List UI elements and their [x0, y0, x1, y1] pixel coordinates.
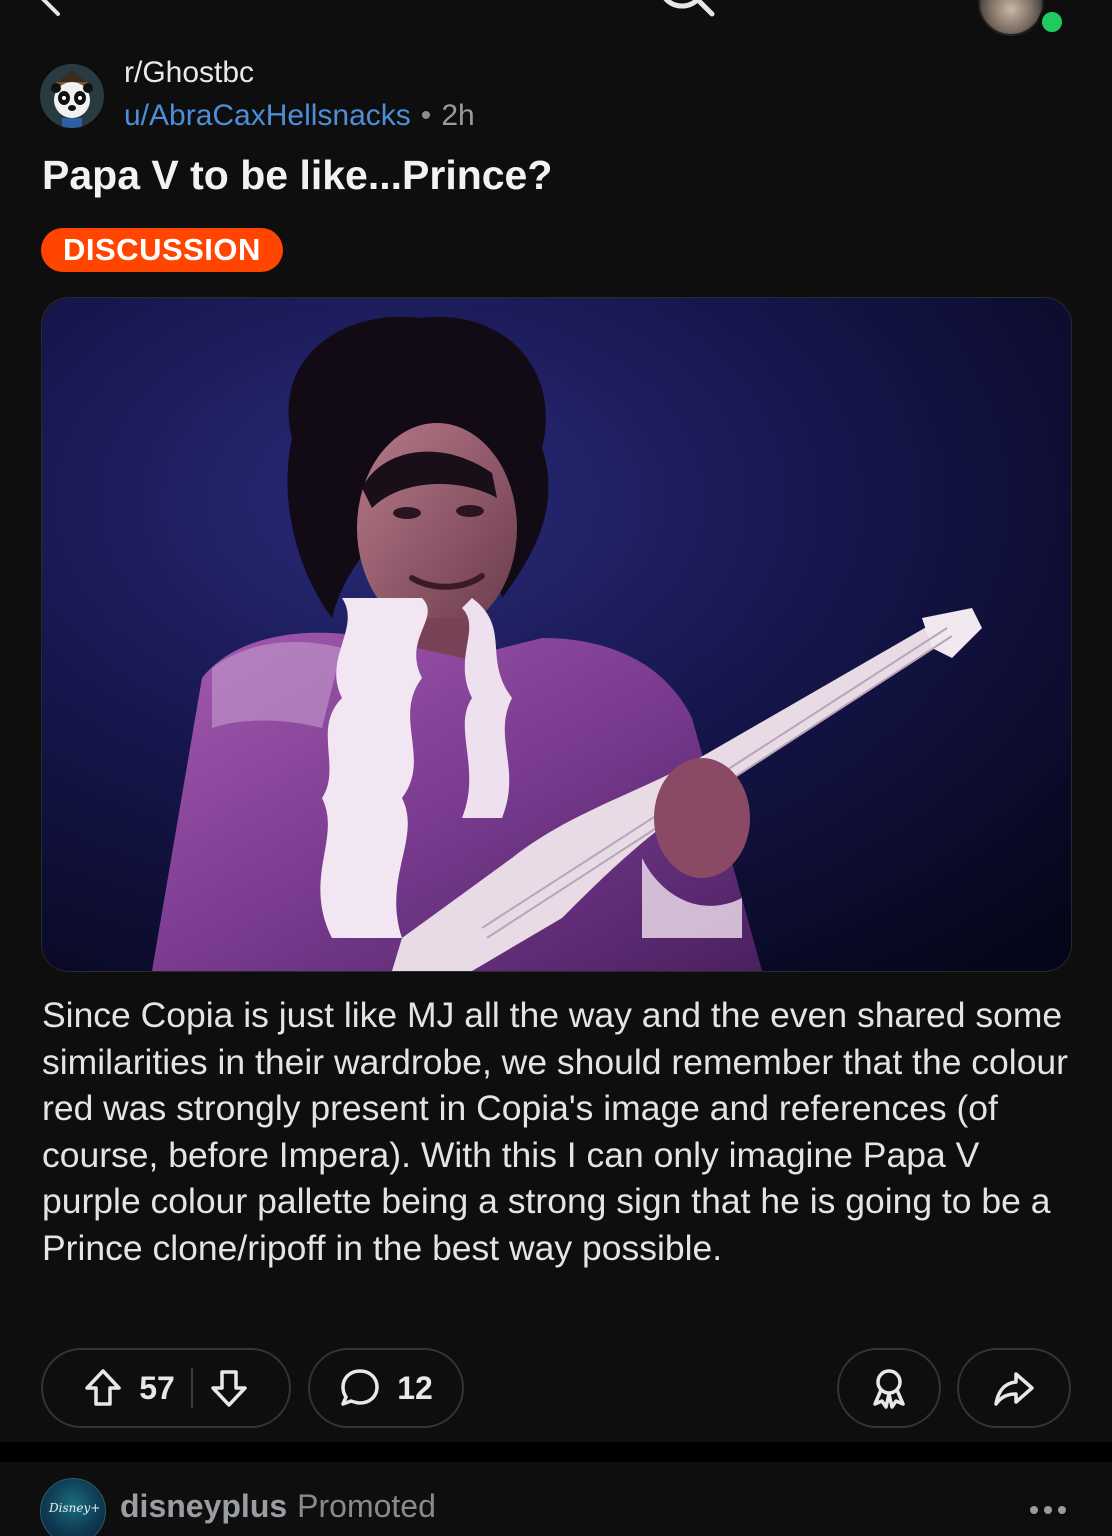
- share-button[interactable]: [957, 1348, 1071, 1428]
- share-arrow-icon: [994, 1372, 1034, 1406]
- search-icon[interactable]: [650, 0, 720, 20]
- performer-photo: [42, 298, 1071, 971]
- upvote-count: 57: [139, 1369, 175, 1406]
- comments-button[interactable]: 12: [308, 1348, 464, 1428]
- chevron-left-icon[interactable]: [30, 0, 70, 18]
- more-dots-icon[interactable]: [1028, 1504, 1068, 1516]
- subreddit-avatar[interactable]: [40, 64, 104, 128]
- comment-count: 12: [397, 1369, 433, 1406]
- post-meta: u/AbraCaxHellsnacks • 2h: [124, 99, 475, 133]
- promoted-tag: Promoted: [297, 1488, 436, 1524]
- vote-control: 57: [41, 1348, 291, 1428]
- feed-separator: [0, 1442, 1112, 1462]
- upvote-arrow-icon[interactable]: [83, 1368, 123, 1408]
- downvote-arrow-icon[interactable]: [209, 1368, 249, 1408]
- promoted-name[interactable]: disneyplus: [120, 1488, 287, 1524]
- vote-divider: [190, 1368, 193, 1408]
- post-age: 2h: [441, 99, 475, 132]
- post-title: Papa V to be like...Prince?: [42, 152, 553, 198]
- top-bar: [0, 0, 1112, 36]
- post-image[interactable]: [41, 297, 1072, 972]
- disney-plus-logo: Disney+: [49, 1501, 101, 1515]
- promoted-header: disneyplus Promoted: [120, 1488, 436, 1525]
- post-detail-page: r/Ghostbc u/AbraCaxHellsnacks • 2h Papa V …: [0, 0, 1112, 1536]
- meta-separator: •: [420, 99, 432, 132]
- post-body-text: Since Copia is just like MJ all the way …: [42, 995, 1068, 1268]
- promoted-avatar[interactable]: Disney+: [40, 1478, 106, 1536]
- panda-ghost-avatar-icon: [40, 64, 104, 128]
- subreddit-name[interactable]: r/Ghostbc: [124, 56, 254, 90]
- award-icon: [873, 1369, 905, 1409]
- online-status-indicator: [1038, 8, 1066, 36]
- comment-bubble-icon: [341, 1369, 379, 1406]
- user-avatar[interactable]: [978, 0, 1044, 36]
- award-button[interactable]: [837, 1348, 941, 1428]
- post-flair[interactable]: DISCUSSION: [41, 228, 283, 272]
- post-action-bar: 57 12: [0, 1348, 1112, 1432]
- chat-icon[interactable]: [755, 0, 825, 18]
- author-username[interactable]: u/AbraCaxHellsnacks: [124, 99, 411, 132]
